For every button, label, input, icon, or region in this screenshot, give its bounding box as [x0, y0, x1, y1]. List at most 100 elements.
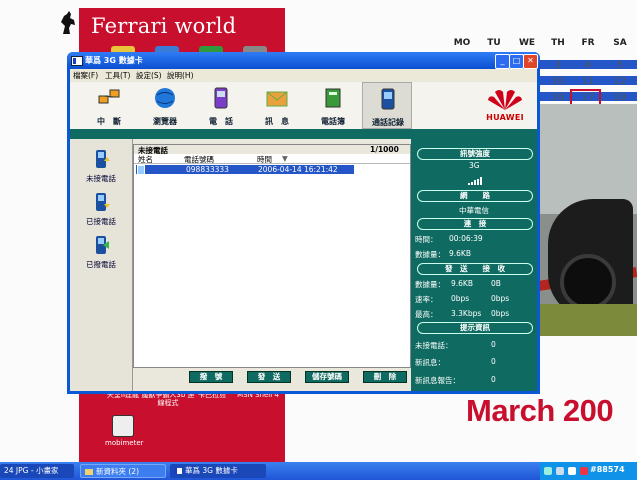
- data-label: 數據量：: [415, 250, 445, 259]
- toolbar-phone[interactable]: 電 話: [196, 82, 246, 129]
- signal-bars-icon: [468, 177, 482, 185]
- row-number: 098833333: [186, 165, 229, 174]
- window-title: 華爲 3G 數據卡: [85, 56, 143, 65]
- action-buttons: 撥 號 發 送 儲存號碼 刪 除: [133, 371, 409, 387]
- cal-day-tu: TU: [487, 38, 501, 48]
- huawei-logo: HUAWEI: [483, 86, 527, 126]
- tray-volume-icon[interactable]: [568, 467, 576, 475]
- task-huawei[interactable]: 華爲 3G 數據卡: [170, 464, 266, 478]
- time-label: 時間：: [415, 235, 438, 244]
- month-banner: March 200: [466, 393, 614, 428]
- info-missed-value: 0: [491, 340, 496, 349]
- minimize-button[interactable]: _: [495, 54, 510, 69]
- cal-day-sa: SA: [613, 38, 627, 48]
- stat-row-rate-send: 0bps: [451, 294, 470, 303]
- time-value: 00:06:39: [449, 234, 483, 243]
- connection-header: 連 接: [417, 218, 533, 230]
- info-new-report-label: 新訊息報告：: [415, 376, 460, 385]
- signal-type: 3G: [469, 161, 480, 170]
- toolbar-phone-label: 電 話: [209, 117, 233, 126]
- toolbar-phonebook[interactable]: 電話簿: [308, 82, 358, 129]
- menubar: 檔案(F) 工具(T) 設定(S) 說明(H): [70, 69, 537, 81]
- stat-row-rate-label: 速率：: [415, 295, 438, 304]
- sort-desc-icon: ▼: [282, 154, 288, 163]
- prancing-horse-logo: [61, 11, 75, 34]
- toolbar-disconnect-label: 中 斷: [97, 117, 121, 126]
- column-name[interactable]: 姓名: [138, 154, 153, 165]
- toolbar-call-log[interactable]: 通話記錄: [362, 82, 412, 129]
- delete-button[interactable]: 刪 除: [363, 371, 407, 383]
- task-paint[interactable]: 24 JPG - 小畫家: [0, 464, 74, 478]
- info-missed-label: 未接電話：: [415, 341, 453, 350]
- menu-help[interactable]: 說明(H): [167, 70, 194, 81]
- info-header: 提示資訊: [417, 322, 533, 334]
- info-new-msg-value: 0: [491, 357, 496, 366]
- flag-icon: [174, 468, 182, 474]
- mobimeter-icon: [112, 415, 134, 437]
- sidebar-item-missed-label: 未接電話: [86, 174, 116, 183]
- menu-tools[interactable]: 工具(T): [105, 70, 130, 81]
- send-receive-header: 發 送 接 收: [417, 263, 533, 275]
- ferrari-world-title: Ferrari world: [91, 14, 237, 38]
- column-time[interactable]: 時間: [257, 154, 272, 165]
- info-new-msg-label: 新訊息：: [415, 358, 445, 367]
- window-titlebar[interactable]: 華爲 3G 數據卡 _ □ ✕: [67, 52, 540, 69]
- column-number[interactable]: 電話號碼: [184, 154, 214, 165]
- sidebar-item-received-label: 已接電話: [86, 217, 116, 226]
- app-flag-icon: [71, 56, 83, 66]
- network-operator: 中華電信: [459, 206, 489, 215]
- tray-shield-icon[interactable]: [580, 467, 588, 475]
- close-button[interactable]: ✕: [523, 54, 538, 69]
- cal-day-we: WE: [518, 38, 536, 48]
- message-envelope-icon: [266, 91, 288, 107]
- call-list-pane: 未接電話 1/1000 姓名 電話號碼 時間 ▼ 098833333 2006-…: [133, 144, 411, 368]
- sidebar-item-missed[interactable]: 未接電話: [70, 149, 132, 184]
- tray-network-icon[interactable]: [556, 467, 564, 475]
- sidebar-item-received[interactable]: 已接電話: [70, 192, 132, 227]
- maximize-button[interactable]: □: [509, 54, 524, 69]
- toolbar-browser[interactable]: 瀏覽器: [140, 82, 190, 129]
- status-panel: 訊號強度 3G 網 路 中華電信 連 接 時間： 00:06:39 數據量： 9…: [411, 139, 537, 391]
- call-list-columns: 姓名 電話號碼 時間 ▼: [134, 154, 410, 164]
- save-number-button[interactable]: 儲存號碼: [305, 371, 349, 383]
- send-button[interactable]: 發 送: [247, 371, 291, 383]
- menu-file[interactable]: 檔案(F): [73, 70, 98, 81]
- race-car-photo: [538, 104, 637, 336]
- call-log-icon: [381, 88, 395, 110]
- toolbar-message-label: 訊 息: [265, 117, 289, 126]
- cal-day-fr: FR: [581, 38, 595, 48]
- cal-day-th: TH: [551, 38, 565, 48]
- table-row[interactable]: 098833333 2006-04-14 16:21:42: [136, 165, 354, 175]
- taskbar: 24 JPG - 小畫家 新資料夾 (2) 華爲 3G 數據卡 #88574: [0, 462, 637, 480]
- stat-row-data-send: 9.6KB: [451, 279, 473, 288]
- huawei-3g-window: 華爲 3G 數據卡 _ □ ✕ 檔案(F) 工具(T) 設定(S) 說明(H) …: [67, 52, 540, 394]
- sidebar-item-dialed[interactable]: 已撥電話: [70, 235, 132, 270]
- stat-row-data-label: 數據量：: [415, 280, 445, 289]
- tray-clock: #88574: [590, 465, 625, 474]
- data-value: 9.6KB: [449, 249, 471, 258]
- toolbar-phonebook-label: 電話簿: [321, 117, 345, 126]
- phone-icon: [214, 87, 228, 109]
- stat-row-rate-recv: 0bps: [491, 294, 510, 303]
- row-phone-icon: [137, 165, 145, 175]
- main-toolbar: 中 斷 瀏覽器 電 話 訊 息 電話簿 通話記錄 HUAWEI: [70, 82, 537, 129]
- dialed-call-icon: [96, 236, 109, 254]
- browser-globe-icon: [155, 88, 175, 108]
- huawei-brand-text: HUAWEI: [486, 113, 524, 122]
- stat-row-max-send: 3.3Kbps: [451, 309, 482, 318]
- toolbar-call-log-label: 通話記錄: [372, 118, 404, 127]
- stat-row-max-label: 最高：: [415, 310, 438, 319]
- toolbar-message[interactable]: 訊 息: [252, 82, 302, 129]
- sidebar-item-dialed-label: 已撥電話: [86, 260, 116, 269]
- info-new-report-value: 0: [491, 375, 496, 384]
- stat-row-max-recv: 0bps: [491, 309, 510, 318]
- row-time: 2006-04-14 16:21:42: [258, 165, 338, 174]
- tray-app-icon[interactable]: [544, 467, 552, 475]
- menu-settings[interactable]: 設定(S): [136, 70, 162, 81]
- toolbar-disconnect[interactable]: 中 斷: [84, 82, 134, 129]
- huawei-petal-icon: [488, 90, 522, 110]
- task-folder[interactable]: 新資料夾 (2): [80, 464, 166, 478]
- desktop-icon-mobimeter[interactable]: mobimeter: [105, 415, 144, 447]
- system-tray: #88574: [540, 462, 637, 480]
- dial-button[interactable]: 撥 號: [189, 371, 233, 383]
